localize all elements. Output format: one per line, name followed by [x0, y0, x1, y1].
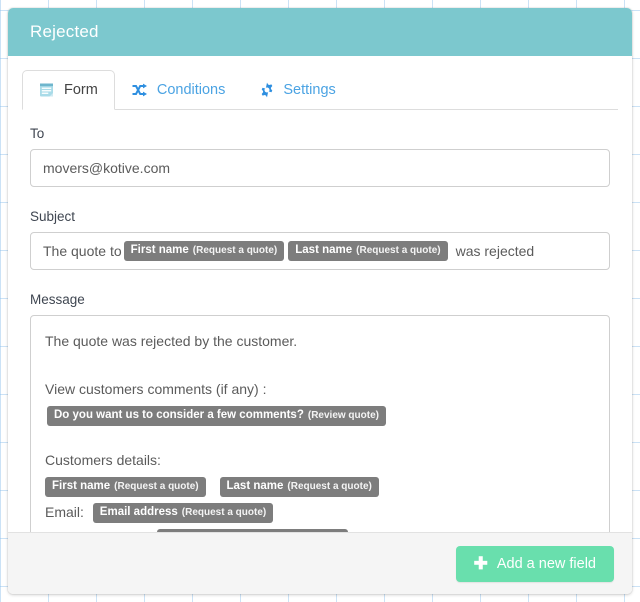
field-message: Message The quote was rejected by the cu… [30, 292, 610, 532]
token-first-name[interactable]: First name (Request a quote) [123, 241, 285, 261]
token-name: Last name [226, 480, 284, 493]
message-line-2: View customers comments (if any) : Do yo… [45, 376, 595, 428]
token-source: (Request a quote) [181, 507, 267, 519]
subject-suffix-text: was rejected [455, 243, 535, 259]
email-form-card: Rejected Form Conditions Settings To mov… [8, 8, 632, 594]
tab-form[interactable]: Form [22, 70, 115, 110]
subject-prefix-text: The quote to [43, 243, 122, 259]
card-footer: ✚ Add a new field [8, 532, 632, 594]
token-last-name[interactable]: Last name (Request a quote) [288, 241, 448, 261]
gear-icon [259, 82, 275, 98]
token-name: First name [130, 244, 189, 256]
token-name: Email address [99, 506, 178, 519]
token-review-comments[interactable]: Do you want us to consider a few comment… [47, 406, 386, 427]
token-source: (Request a quote) [287, 481, 372, 493]
field-subject: Subject The quote to First name (Request… [30, 209, 610, 270]
token-name: Contact number [164, 531, 252, 532]
subject-input[interactable]: The quote to First name (Request a quote… [30, 232, 610, 270]
token-first-name[interactable]: First name (Request a quote) [45, 477, 206, 498]
token-name: Last name [295, 244, 353, 256]
tab-form-label: Form [64, 82, 98, 98]
to-label: To [30, 126, 45, 141]
token-source: (Request a quote) [192, 245, 278, 256]
customer-contact-row: Contact number: Contact number (Request … [45, 526, 595, 532]
form-area: To movers@kotive.com Subject The quote t… [8, 110, 632, 532]
tab-settings[interactable]: Settings [242, 70, 352, 110]
plus-icon: ✚ [473, 553, 488, 573]
to-input[interactable]: movers@kotive.com [30, 149, 610, 187]
token-source: (Request a quote) [114, 481, 199, 493]
token-name: First name [52, 480, 111, 493]
token-last-name[interactable]: Last name (Request a quote) [219, 477, 379, 498]
tab-conditions-label: Conditions [156, 82, 226, 98]
customers-details-label: Customers details: [45, 452, 161, 468]
token-source: (Request a quote) [257, 531, 341, 532]
shuffle-icon [132, 83, 149, 98]
field-to: To movers@kotive.com [30, 126, 610, 187]
subject-label: Subject [30, 209, 76, 224]
email-label: Email: [45, 504, 84, 520]
message-line-1: The quote was rejected by the customer. [45, 333, 298, 349]
page-title: Rejected [30, 22, 99, 41]
to-value: movers@kotive.com [43, 160, 171, 176]
card-body: Form Conditions Settings To movers@kotiv… [8, 56, 632, 532]
customer-email-row: Email: Email address (Request a quote) [45, 500, 595, 524]
message-input[interactable]: The quote was rejected by the customer. … [30, 315, 610, 532]
comments-prefix-text: View customers comments (if any) : [45, 381, 267, 397]
card-header: Rejected [8, 8, 632, 56]
token-source: (Request a quote) [356, 245, 441, 256]
message-label: Message [30, 292, 85, 307]
customer-name-row: First name (Request a quote) Last name (… [43, 474, 595, 498]
add-new-field-label: Add a new field [496, 555, 596, 572]
token-email-address[interactable]: Email address (Request a quote) [92, 503, 274, 524]
tab-conditions[interactable]: Conditions [115, 70, 243, 110]
token-name: Do you want us to consider a few comment… [54, 409, 304, 422]
token-source: (Review quote) [307, 410, 379, 422]
token-contact-number[interactable]: Contact number (Request a quote) [157, 529, 349, 532]
form-icon [39, 82, 56, 99]
tab-bar: Form Conditions Settings [22, 68, 618, 110]
add-new-field-button[interactable]: ✚ Add a new field [455, 545, 614, 582]
tab-settings-label: Settings [283, 82, 336, 98]
contact-number-label: Contact number: [45, 530, 149, 532]
